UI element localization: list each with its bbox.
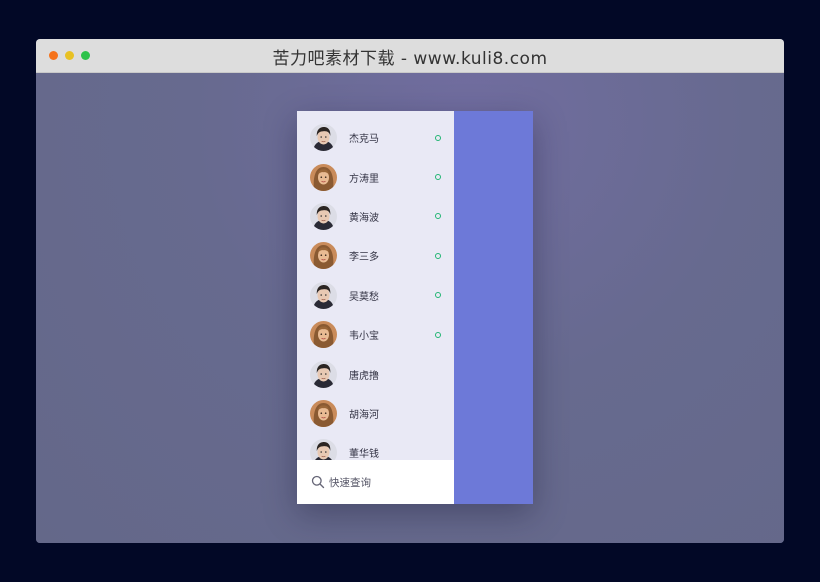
search-input[interactable]: 快速查询 xyxy=(329,475,371,490)
contact-item[interactable]: 韦小宝 xyxy=(297,315,454,354)
window-title: 苦力吧素材下载 - www.kuli8.com xyxy=(272,49,548,69)
side-panel xyxy=(454,111,533,504)
female-avatar-icon xyxy=(310,399,337,427)
browser-window: 苦力吧素材下载 - www.kuli8.com 杰克马 方涛里 黄海波 李三多 … xyxy=(36,39,784,543)
contacts-panel: 杰克马 方涛里 黄海波 李三多 吴莫愁 韦小宝 唐虎撸 胡海河 董华钱 快速查询 xyxy=(297,111,533,504)
contact-list[interactable]: 杰克马 方涛里 黄海波 李三多 吴莫愁 韦小宝 唐虎撸 胡海河 董华钱 xyxy=(297,111,454,460)
contact-item[interactable]: 黄海波 xyxy=(297,197,454,236)
contact-name: 李三多 xyxy=(349,252,379,264)
female-avatar-icon xyxy=(310,321,337,349)
male-avatar-icon xyxy=(310,281,337,309)
contact-name: 董华钱 xyxy=(349,449,379,460)
online-status-icon xyxy=(435,331,441,338)
male-avatar-icon xyxy=(310,124,337,152)
contact-list-column: 杰克马 方涛里 黄海波 李三多 吴莫愁 韦小宝 唐虎撸 胡海河 董华钱 快速查询 xyxy=(297,111,454,504)
male-avatar-icon xyxy=(310,360,337,388)
male-avatar-icon xyxy=(310,202,337,230)
contact-name: 黄海波 xyxy=(349,212,379,224)
search-icon xyxy=(311,475,325,489)
online-status-icon xyxy=(435,174,441,181)
contact-item[interactable]: 方涛里 xyxy=(297,157,454,196)
contact-name: 韦小宝 xyxy=(349,331,379,343)
online-status-icon xyxy=(435,213,441,220)
contact-item[interactable]: 董华钱 xyxy=(297,433,454,460)
contact-name: 唐虎撸 xyxy=(349,370,379,382)
contact-item[interactable]: 杰克马 xyxy=(297,118,454,157)
search-bar[interactable]: 快速查询 xyxy=(297,460,454,504)
contact-name: 胡海河 xyxy=(349,409,379,421)
online-status-icon xyxy=(435,252,441,259)
contact-item[interactable]: 吴莫愁 xyxy=(297,276,454,315)
online-status-icon xyxy=(435,134,441,141)
contact-item[interactable]: 胡海河 xyxy=(297,394,454,433)
contact-item[interactable]: 唐虎撸 xyxy=(297,354,454,393)
online-status-icon xyxy=(435,292,441,299)
male-avatar-icon xyxy=(310,439,337,460)
contact-name: 杰克马 xyxy=(349,134,379,146)
female-avatar-icon xyxy=(310,242,337,270)
page-content: 杰克马 方涛里 黄海波 李三多 吴莫愁 韦小宝 唐虎撸 胡海河 董华钱 快速查询 xyxy=(36,73,784,543)
contact-name: 吴莫愁 xyxy=(349,291,379,303)
contact-item[interactable]: 李三多 xyxy=(297,236,454,275)
window-titlebar: 苦力吧素材下载 - www.kuli8.com xyxy=(36,39,784,73)
contact-name: 方涛里 xyxy=(349,173,379,185)
female-avatar-icon xyxy=(310,163,337,191)
